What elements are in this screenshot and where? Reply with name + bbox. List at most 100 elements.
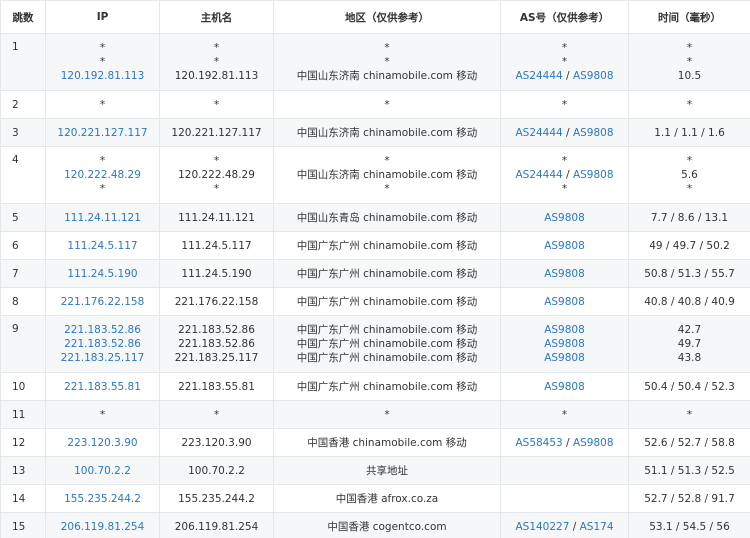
ip-link[interactable]: 221.176.22.158 [48,295,157,309]
region-text: 中国广东广州 chinamobile.com 移动 [296,239,478,252]
table-row: 11 * * * * * [0,400,750,429]
as-line: * [503,98,626,112]
as-cell [500,456,629,485]
time-text: 49.7 [677,338,702,350]
as-separator: / [562,169,573,181]
ip-link[interactable]: 120.192.81.113 [48,69,157,83]
time-text: * [686,183,693,195]
ip-link[interactable]: 206.119.81.254 [48,520,157,534]
as-link[interactable]: AS9808 [573,169,614,181]
time-cell: 53.1 / 54.5 / 56 [628,512,750,538]
ip-link[interactable]: 221.183.52.86 [48,323,157,337]
region-cell: * * 中国山东济南 chinamobile.com 移动 [273,33,501,91]
hostname-cell: * 120.222.48.29 * [159,146,274,204]
ip-cell: 206.119.81.254 [45,512,160,538]
as-separator: / [562,436,573,449]
as-cell: AS9808 AS9808 AS9808 [500,315,629,373]
as-link[interactable]: AS24444 [515,70,562,82]
time-text: 50.4 / 50.4 / 52.3 [644,380,735,393]
as-cell: AS9808 [500,287,629,316]
as-link[interactable]: AS9808 [544,352,585,364]
region-text: 中国广东广州 chinamobile.com 移动 [296,338,478,350]
region-cell: * [273,90,501,119]
as-link[interactable]: AS9808 [544,296,585,308]
as-link[interactable]: AS9808 [573,70,614,82]
ip-link[interactable]: 221.183.55.81 [48,380,157,394]
time-text: * [686,42,693,54]
hop-cell: 6 [0,231,46,260]
ip-link[interactable]: 221.183.52.86 [48,337,157,351]
hop-cell: 5 [0,203,46,232]
as-link[interactable]: AS9808 [573,127,614,139]
as-link[interactable]: AS9808 [544,240,585,252]
table-row: 6 111.24.5.117 111.24.5.117 中国广东广州 chinamob… [0,231,750,260]
ip-link[interactable]: 111.24.5.117 [48,239,157,253]
as-line: AS9808 [503,351,626,365]
ip-cell: * * 120.192.81.113 [45,33,160,91]
region-cell: * 中国山东济南 chinamobile.com 移动 * [273,146,501,204]
hostname-text: 120.192.81.113 [174,70,259,82]
ip-link[interactable]: 111.24.5.190 [48,267,157,281]
ip-timeout: * [99,42,106,54]
region-text: 共享地址 [366,464,408,477]
time-text: 43.8 [677,352,702,364]
ip-cell: 111.24.5.117 [45,231,160,260]
hostname-text: 111.24.11.121 [178,211,255,224]
traceroute-table: 跳数 IP 主机名 地区（仅供参考） AS号（仅供参考） 时间（毫秒） 1 * * 1… [0,0,750,538]
ip-link[interactable]: 111.24.11.121 [48,211,157,225]
hop-cell: 1 [0,33,46,91]
hostname-text: 221.176.22.158 [174,295,259,308]
hostname-text: 221.183.55.81 [178,380,255,393]
as-link[interactable]: AS58453 [515,437,562,449]
time-text: 10.5 [677,70,702,82]
as-link[interactable]: AS174 [580,521,614,533]
as-link[interactable]: AS9808 [544,268,585,280]
as-cell: AS140227 / AS174 [500,512,629,538]
region-cell: 中国香港 chinamobile.com 移动 [273,428,501,457]
time-text: * [686,56,693,68]
hostname-cell: 155.235.244.2 [159,484,274,513]
ip-link[interactable]: 120.221.127.117 [48,126,157,140]
hostname-cell: 120.221.127.117 [159,118,274,147]
table-row: 14 155.235.244.2 155.235.244.2 中国香港 afrox.c… [0,484,750,513]
time-cell: * * 10.5 [628,33,750,91]
as-link[interactable]: AS9808 [573,437,614,449]
region-text: * [384,42,390,54]
time-text: 51.1 / 51.3 / 52.5 [644,464,735,477]
ip-link[interactable]: 221.183.25.117 [48,351,157,365]
as-link[interactable]: AS9808 [544,324,585,336]
region-cell: 中国香港 cogentco.com [273,512,501,538]
as-link[interactable]: AS9808 [544,338,585,350]
as-cell: AS58453 / AS9808 [500,428,629,457]
time-text: 49 / 49.7 / 50.2 [649,239,730,252]
as-link[interactable]: AS24444 [515,127,562,139]
region-text: * [384,183,390,195]
hop-cell: 9 [0,315,46,373]
hostname-cell: * [159,90,274,119]
as-link[interactable]: AS24444 [515,169,562,181]
hop-cell: 8 [0,287,46,316]
as-line: AS9808 [503,380,626,394]
region-cell: 中国香港 afrox.co.za [273,484,501,513]
region-text: 中国香港 cogentco.com [327,520,447,533]
ip-link[interactable]: 155.235.244.2 [48,492,157,506]
hostname-text: * [213,155,220,167]
time-cell: 52.7 / 52.8 / 91.7 [628,484,750,513]
ip-link[interactable]: 223.120.3.90 [48,436,157,450]
time-text: 50.8 / 51.3 / 55.7 [644,267,735,280]
region-text: 中国广东广州 chinamobile.com 移动 [296,352,478,364]
ip-cell: * [45,400,160,429]
hop-cell: 11 [0,400,46,429]
as-line: AS24444 / AS9808 [503,126,626,140]
as-link[interactable]: AS9808 [544,212,585,224]
as-line: * [503,154,626,168]
region-text: 中国广东广州 chinamobile.com 移动 [296,295,478,308]
ip-link[interactable]: 100.70.2.2 [48,464,157,478]
time-cell: 50.4 / 50.4 / 52.3 [628,372,750,401]
region-text: 中国山东济南 chinamobile.com 移动 [296,126,478,139]
ip-cell: 221.176.22.158 [45,287,160,316]
time-text: 1.1 / 1.1 / 1.6 [654,126,725,139]
ip-link[interactable]: 120.222.48.29 [48,168,157,182]
as-link[interactable]: AS140227 [515,521,569,533]
as-link[interactable]: AS9808 [544,381,585,393]
